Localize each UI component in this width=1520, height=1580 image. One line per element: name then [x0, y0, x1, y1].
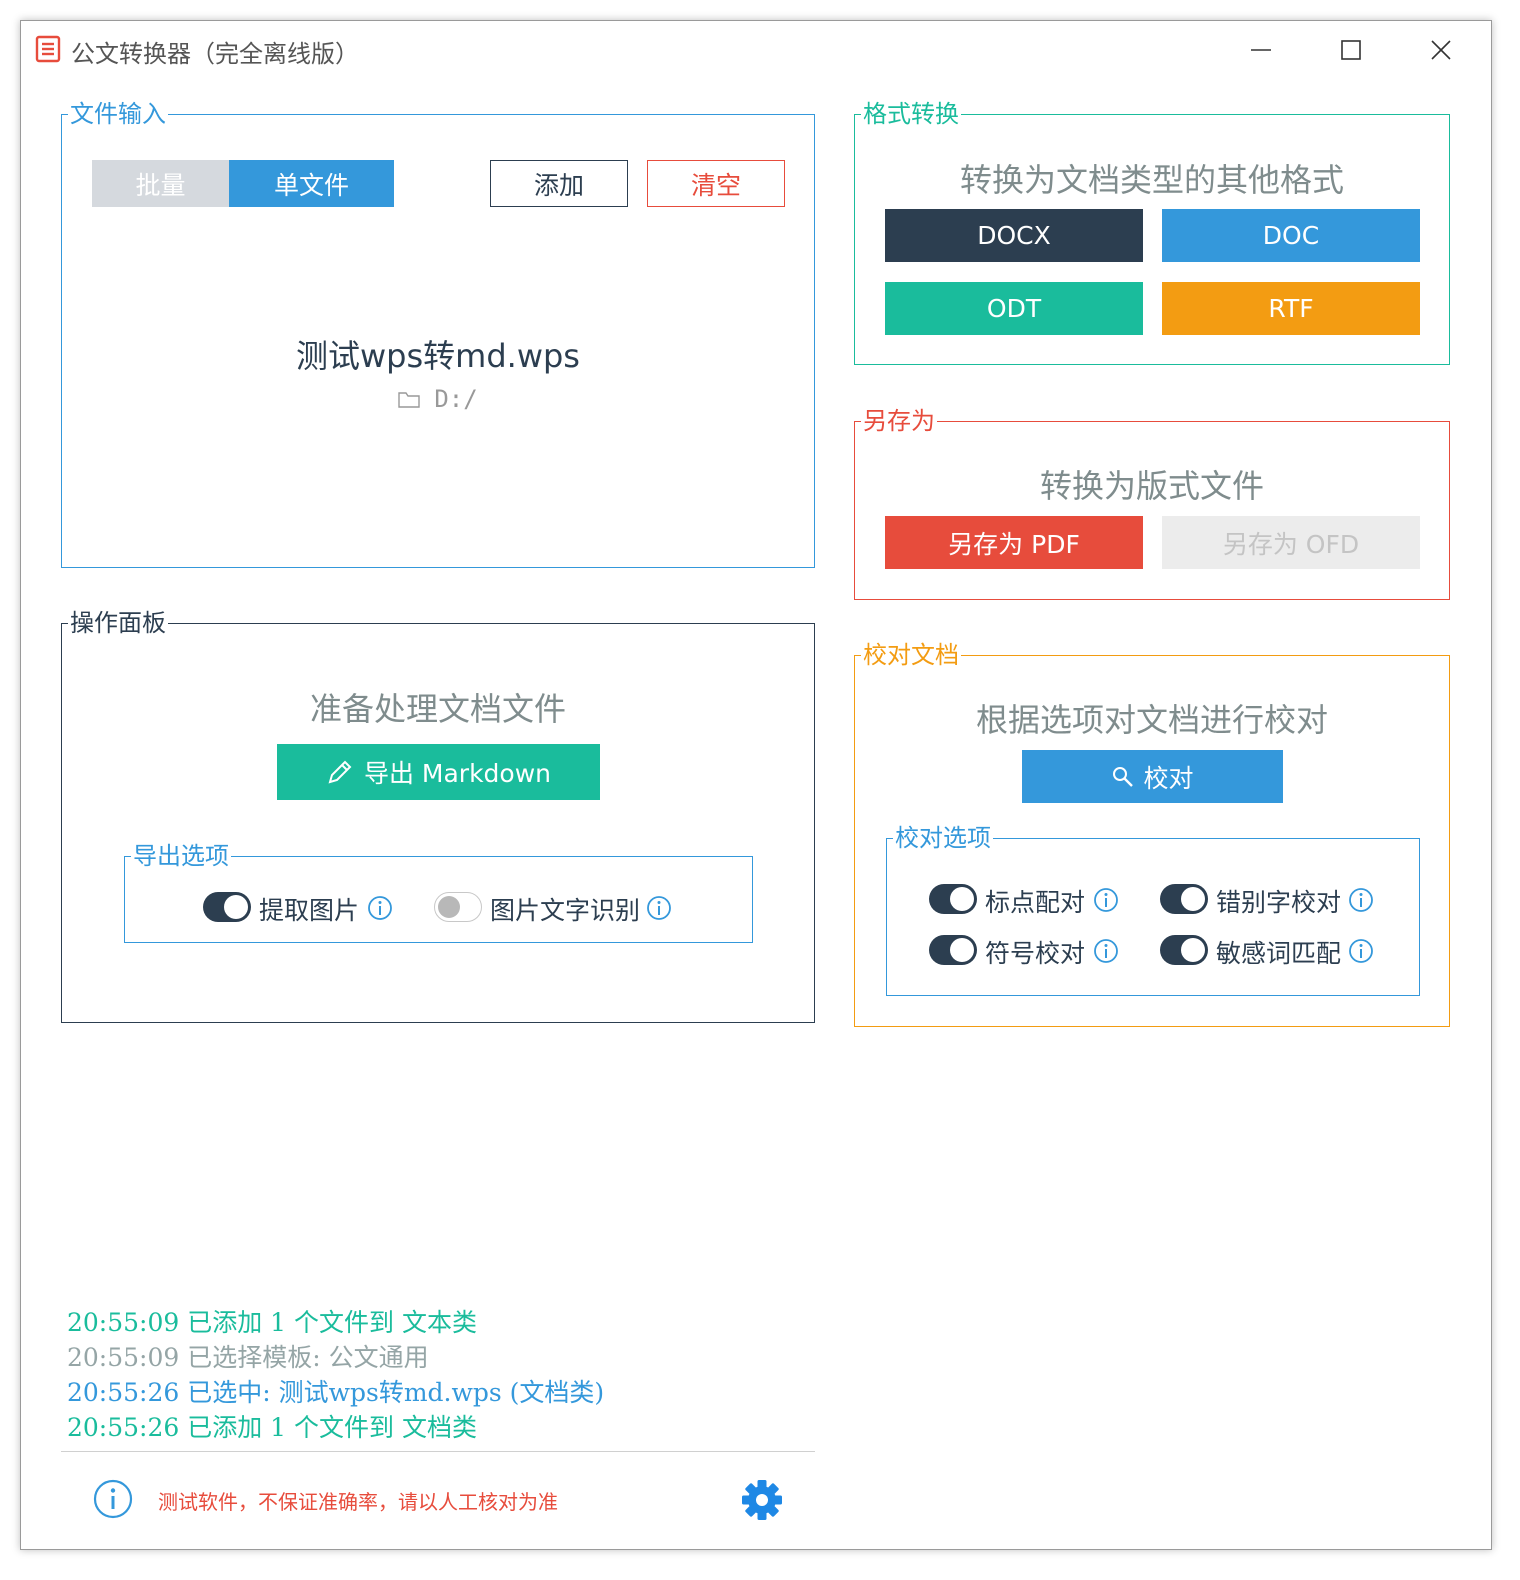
operations-panel: 操作面板 准备处理文档文件 导出 Markdown 导出选项 提取图片 图片文字…: [61, 608, 815, 1023]
footer-divider: [61, 1451, 815, 1452]
ops-status-text: 准备处理文档文件: [309, 690, 566, 728]
export-options-legend: 导出选项: [131, 841, 231, 871]
extract-images-toggle[interactable]: [203, 892, 251, 922]
window-title: 公文转换器（完全离线版）: [71, 40, 359, 68]
proofread-options-legend: 校对选项: [893, 823, 993, 853]
selected-file-path: D:/: [62, 385, 814, 413]
document-app-icon: [35, 35, 61, 63]
format-conversion-panel: 格式转换 转换为文档类型的其他格式 DOCX DOC ODT RTF: [854, 99, 1450, 365]
proofread-button-label: 校对: [1143, 763, 1194, 793]
docx-button[interactable]: DOCX: [885, 209, 1143, 262]
proofread-panel: 校对文档 根据选项对文档进行校对 校对 校对选项 标点配对 错别字校对 符号校对…: [854, 640, 1450, 1027]
save-as-ofd-button[interactable]: 另存为 OFD: [1162, 516, 1420, 569]
sensitive-word-label: 敏感词匹配: [1216, 939, 1342, 968]
typo-check-label: 错别字校对: [1216, 888, 1342, 917]
mode-single-tab[interactable]: 单文件: [229, 160, 394, 207]
file-input-legend: 文件输入: [68, 99, 168, 129]
symbol-check-toggle[interactable]: [929, 935, 977, 965]
info-icon[interactable]: [646, 895, 672, 921]
export-options-panel: 导出选项 提取图片 图片文字识别: [124, 841, 753, 943]
search-icon: [1113, 766, 1134, 787]
maximize-button[interactable]: [1331, 33, 1371, 67]
operations-legend: 操作面板: [68, 608, 168, 638]
export-markdown-label: 导出 Markdown: [363, 759, 552, 788]
export-markdown-button[interactable]: 导出 Markdown: [277, 744, 600, 800]
info-icon[interactable]: [1348, 938, 1374, 964]
log-line: 20:55:26 已选中: 测试wps转md.wps (文档类): [67, 1378, 605, 1407]
pencil-icon: [328, 760, 352, 784]
close-icon: [1431, 40, 1451, 60]
minimize-icon: [1251, 49, 1271, 51]
rtf-button[interactable]: RTF: [1162, 282, 1420, 335]
proofread-button[interactable]: 校对: [1022, 750, 1283, 803]
info-icon[interactable]: [1093, 938, 1119, 964]
format-subtitle: 转换为文档类型的其他格式: [959, 161, 1344, 199]
log-line: 20:55:09 已添加 1 个文件到 文本类: [67, 1308, 477, 1337]
save-as-subtitle: 转换为版式文件: [1039, 467, 1264, 505]
image-ocr-toggle[interactable]: [434, 892, 482, 922]
punctuation-pairing-label: 标点配对: [985, 888, 1086, 917]
sensitive-word-toggle[interactable]: [1160, 935, 1208, 965]
info-icon[interactable]: [93, 1479, 133, 1519]
log-line: 20:55:09 已选择模板: 公文通用: [67, 1343, 429, 1372]
punctuation-pairing-toggle[interactable]: [929, 884, 977, 914]
info-icon[interactable]: [1093, 887, 1119, 913]
proofread-options-panel: 校对选项 标点配对 错别字校对 符号校对 敏感词匹配: [886, 823, 1420, 996]
proofread-legend: 校对文档: [861, 640, 961, 670]
gear-icon[interactable]: [741, 1479, 783, 1521]
image-ocr-label: 图片文字识别: [490, 896, 641, 925]
extract-images-label: 提取图片: [259, 896, 360, 925]
symbol-check-label: 符号校对: [985, 939, 1086, 968]
odt-button[interactable]: ODT: [885, 282, 1143, 335]
save-as-pdf-button[interactable]: 另存为 PDF: [885, 516, 1143, 569]
typo-check-toggle[interactable]: [1160, 884, 1208, 914]
mode-batch-tab[interactable]: 批量: [92, 160, 229, 207]
info-icon[interactable]: [367, 895, 393, 921]
save-as-panel: 另存为 转换为版式文件 另存为 PDF 另存为 OFD: [854, 406, 1450, 600]
disclaimer-text: 测试软件，不保证准确率，请以人工核对为准: [158, 1490, 558, 1514]
selected-file-name: 测试wps转md.wps: [296, 337, 580, 375]
maximize-icon: [1341, 40, 1361, 60]
save-as-legend: 另存为: [861, 406, 937, 436]
file-input-panel: 文件输入 批量 单文件 添加 清空 测试wps转md.wps D:/: [61, 99, 815, 568]
format-conversion-legend: 格式转换: [861, 99, 961, 129]
log-line: 20:55:26 已添加 1 个文件到 文档类: [67, 1413, 477, 1442]
info-icon[interactable]: [1348, 887, 1374, 913]
folder-icon: [398, 392, 421, 408]
proofread-subtitle: 根据选项对文档进行校对: [975, 701, 1328, 739]
close-button[interactable]: [1421, 33, 1461, 67]
title-bar: 公文转换器（完全离线版）: [21, 21, 1491, 79]
minimize-button[interactable]: [1241, 33, 1281, 67]
add-button[interactable]: 添加: [490, 160, 628, 207]
app-window: 公文转换器（完全离线版） 文件输入 批量 单文件 添加 清空 测试wps转md.…: [20, 20, 1492, 1550]
file-path-text: D:/: [434, 385, 478, 413]
clear-button[interactable]: 清空: [647, 160, 785, 207]
doc-button[interactable]: DOC: [1162, 209, 1420, 262]
